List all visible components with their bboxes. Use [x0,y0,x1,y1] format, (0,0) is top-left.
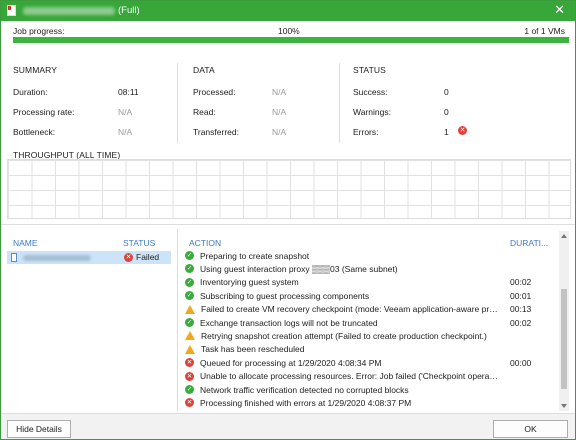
error-icon: ✕ [185,398,194,408]
close-icon[interactable]: ✕ [554,3,565,18]
job-progress: Job progress: 100% 1 of 1 VMs [1,21,575,45]
action-text: Processing finished with errors at 1/29/… [200,397,412,408]
vm-count: 1 of 1 VMs [524,26,565,36]
vm-icon [11,253,17,262]
action-row[interactable]: ✕ Unable to allocate processing resources… [185,370,555,383]
divider [177,63,178,143]
action-row[interactable]: ✓ Inventorying guest system 00:02 [185,276,555,289]
action-text: Queued for processing at 1/29/2020 4:08:… [200,357,382,368]
action-row[interactable]: Task has been rescheduled [185,343,555,356]
duration-value: 08:11 [118,87,139,97]
action-text: Network traffic verification detected no… [200,384,409,395]
data-heading: DATA [193,65,215,75]
transferred-label: Transferred: [193,127,239,137]
job-progress-label: Job progress: [13,26,65,36]
action-row[interactable]: ✓ Network traffic verification detected n… [185,383,555,396]
action-text: Unable to allocate processing resources.… [200,371,500,382]
duration-label: Duration: [13,87,48,97]
action-text: Retrying snapshot creation attempt (Fail… [201,330,487,341]
action-text: Failed to create VM recovery checkpoint … [201,304,501,315]
vm-status: ✕ Failed [124,252,159,262]
window-title: (Full) [118,5,140,16]
error-icon: ✕ [185,358,194,368]
action-row[interactable]: ✓ Exchange transaction logs will not be t… [185,316,555,329]
redacted-vm-name [23,255,91,261]
summary-heading: SUMMARY [13,65,57,75]
title-bar[interactable]: (Full) ✕ [1,1,575,21]
action-row[interactable]: ✕ Queued for processing at 1/29/2020 4:08… [185,356,555,369]
read-label: Read: [193,107,216,117]
action-row[interactable]: Retrying snapshot creation attempt (Fail… [185,329,555,342]
action-duration: 00:02 [510,277,532,288]
processed-label: Processed: [193,87,236,97]
action-row[interactable]: ✕ Processing finished with errors at 1/29… [185,396,555,409]
success-icon: ✓ [185,318,194,327]
scroll-down-icon[interactable] [561,404,567,408]
bottleneck-value: N/A [118,127,133,137]
redacted-job-name [23,7,115,15]
duration-column-header[interactable]: DURATI... [510,238,548,248]
processing-rate-label: Processing rate: [13,107,75,117]
status-column-header[interactable]: STATUS [123,238,155,248]
name-column-header[interactable]: NAME [13,238,38,248]
action-duration: 00:13 [510,304,532,315]
processing-rate-value: N/A [118,107,133,117]
error-icon: ✕ [124,252,133,262]
success-icon: ✓ [185,291,194,301]
footer: Hide Details OK [1,413,575,439]
warning-icon [185,344,195,354]
throughput-chart [7,159,571,219]
status-heading: STATUS [353,65,386,75]
processed-value: N/A [272,87,287,97]
warnings-label: Warnings: [353,107,391,117]
action-duration: 00:01 [510,290,532,301]
error-icon: ✕ [458,126,467,135]
bottleneck-label: Bottleneck: [13,127,56,137]
action-text: Inventorying guest system [200,277,299,288]
success-icon: ✓ [185,251,194,260]
warning-icon [185,304,195,314]
action-text: Preparing to create snapshot [200,250,310,261]
ok-button[interactable]: OK [493,420,568,438]
action-duration: 00:02 [510,317,532,328]
action-text: Subscribing to guest processing componen… [200,290,370,301]
action-row[interactable]: ✓ Using guest interaction proxy ▒▒▒03 (Sa… [185,262,555,275]
scroll-up-icon[interactable] [561,234,567,238]
errors-label: Errors: [353,127,379,137]
warning-icon [185,331,195,341]
action-text: Exchange transaction logs will not be tr… [200,317,378,328]
document-icon [7,5,16,16]
progress-fill [13,37,569,43]
success-value: 0 [444,87,449,97]
job-progress-percent: 100% [278,26,300,36]
action-duration: 00:00 [510,357,532,368]
warnings-value: 0 [444,107,449,117]
action-list-scrollbar[interactable] [559,231,569,411]
action-column-header[interactable]: ACTION [189,238,221,248]
success-icon: ✓ [185,385,194,394]
progress-bar [13,37,569,43]
scrollbar-thumb[interactable] [561,289,567,389]
horizontal-divider [1,224,575,225]
job-details-window: (Full) ✕ Job progress: 100% 1 of 1 VMs S… [0,0,576,440]
vm-row[interactable]: ✕ Failed [7,251,171,264]
read-value: N/A [272,107,287,117]
success-icon: ✓ [185,264,194,274]
transferred-value: N/A [272,127,287,137]
errors-value: 1 [444,127,449,137]
vm-status-text: Failed [136,252,160,262]
error-icon: ✕ [185,371,194,381]
divider [339,63,340,143]
action-row[interactable]: ✓ Preparing to create snapshot [185,249,555,262]
action-text: Using guest interaction proxy ▒▒▒03 (Sam… [200,263,398,274]
hide-details-button[interactable]: Hide Details [7,420,71,438]
pane-divider[interactable] [177,229,178,411]
success-label: Success: [353,87,388,97]
action-text: Task has been rescheduled [201,344,305,355]
success-icon: ✓ [185,277,194,287]
action-row[interactable]: ✓ Subscribing to guest processing compone… [185,289,555,302]
action-row[interactable]: Failed to create VM recovery checkpoint … [185,303,555,316]
